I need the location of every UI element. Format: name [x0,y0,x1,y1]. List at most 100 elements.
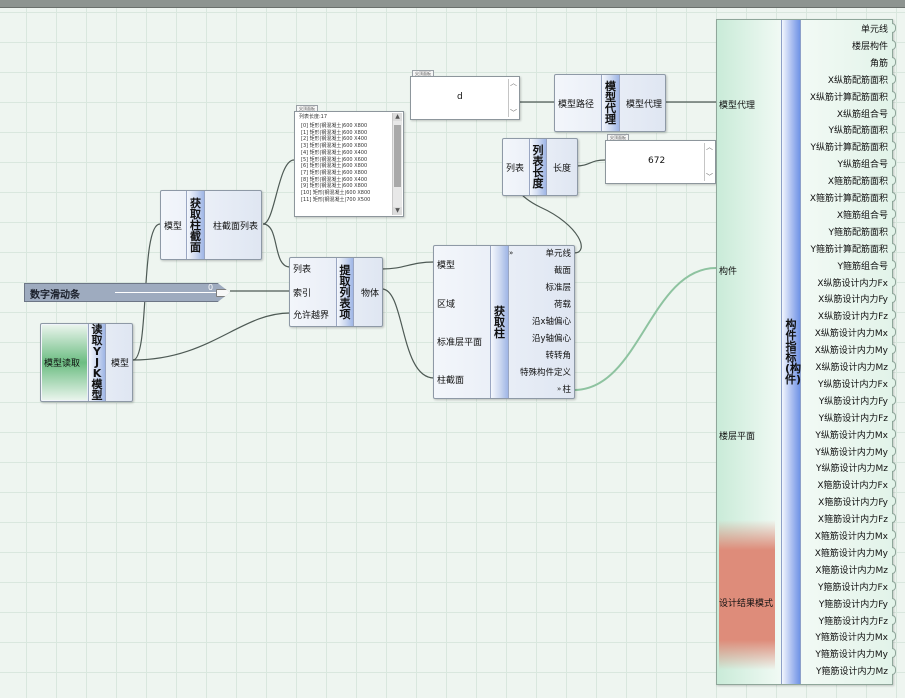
output-port-grip[interactable] [892,428,896,439]
indicator-output[interactable]: X纵筋设计内力Fy [818,292,888,305]
get-column-output[interactable]: 转转角 [507,350,571,367]
text-panel[interactable]: d ︿ ﹀ [410,76,520,120]
indicator-output[interactable]: Y纵筋设计内力My [815,445,888,458]
indicator-output[interactable]: X箍筋设计内力Fz [818,512,888,525]
expand-arrow-icon[interactable]: » [557,385,561,393]
indicator-output[interactable]: Y箍筋组合号 [838,259,889,272]
indicator-output[interactable]: Y纵筋设计内力Fx [818,377,888,390]
indicator-output[interactable]: X箍筋设计内力Fy [818,495,888,508]
scroll-down-icon[interactable]: ▼ [393,207,402,215]
output-port-grip[interactable] [892,445,896,456]
indicator-output[interactable]: Y箍筋设计内力My [815,647,888,660]
indicator-output[interactable]: Y箍筋设计内力Fy [819,597,888,610]
indicator-output[interactable]: X箍筋配筋面积 [828,174,888,187]
section-list-panel[interactable]: 列表长度:17 [0] 矩形|钢混凝土|600 X800 [1] 矩形|钢混凝土|… [294,111,404,217]
indicator-output[interactable]: X纵筋设计内力Mz [815,360,888,373]
indicator-output[interactable]: X纵筋计算配筋面积 [810,90,888,103]
indicator-output[interactable]: Y箍筋设计内力Mx [815,630,888,643]
indicator-output[interactable]: Y纵筋设计内力Fz [819,411,888,424]
get-column-output[interactable]: 柱 [507,384,571,401]
indicator-output[interactable]: X箍筋组合号 [837,208,888,221]
output-port-grip[interactable] [892,107,896,118]
wire-section-to-list [262,223,291,268]
indicator-output[interactable]: Y箍筋设计内力Fz [819,614,888,627]
get-column-input-section[interactable]: 柱截面 [437,373,464,386]
indicator-input-mode[interactable]: 设计结果模式 [719,596,773,609]
output-port-grip[interactable] [892,259,896,270]
model-proxy-output[interactable]: 模型代理 [626,97,662,110]
get-column-node[interactable]: 模型 区域 标准层平面 柱截面 获取柱 单元线 截面 标准层 荷载 沿x轴偏心 沿y轴偏心… [433,245,575,399]
indicator-output[interactable]: X纵筋设计内力Fz [818,309,888,322]
scroll-up-icon[interactable]: ▲ [393,113,402,121]
get-column-output[interactable]: 标准层 [507,282,571,299]
indicator-output[interactable]: X纵筋组合号 [837,107,888,120]
extract-input-index[interactable]: 索引 [293,286,311,299]
extract-item-node[interactable]: 列表 索引 允许越界 提取列表项 物体 [289,257,383,327]
expand-arrow-icon[interactable]: » [509,249,513,257]
indicator-output[interactable]: Y纵筋设计内力Mx [815,428,888,441]
output-port-grip[interactable] [892,614,896,625]
get-section-output[interactable]: 柱截面列表 [213,219,258,232]
extract-input-list[interactable]: 列表 [293,262,311,275]
output-port-grip[interactable] [892,276,896,287]
chevron-down-icon[interactable]: ﹀ [509,109,518,117]
text-panel-scroll[interactable]: ︿ ﹀ [508,79,518,117]
get-column-output[interactable]: 沿y轴偏心 [507,333,571,350]
indicator-output[interactable]: X箍筋设计内力My [815,546,888,559]
indicator-output[interactable]: X纵筋设计内力Fx [817,276,888,289]
indicator-output[interactable]: Y纵筋配筋面积 [829,123,889,136]
indicator-output[interactable]: Y纵筋设计内力Fy [819,394,888,407]
indicator-output[interactable]: X纵筋设计内力Mx [815,326,888,339]
indicator-output[interactable]: Y箍筋设计内力Fx [818,580,888,593]
indicator-input-floor[interactable]: 楼层平面 [719,429,755,442]
get-column-input-floor[interactable]: 标准层平面 [437,335,482,348]
indicator-output[interactable]: Y纵筋设计内力Mz [816,461,888,474]
get-column-output[interactable]: 荷载 [507,299,571,316]
indicator-output[interactable]: 角筋 [870,56,888,69]
read-yjk-model-node[interactable]: 模型读取 读取YJK模型 模型 [40,323,133,402]
model-proxy-input[interactable]: 模型路径 [558,97,594,110]
indicator-output[interactable]: X纵筋配筋面积 [828,73,888,86]
get-column-output[interactable]: 单元线 [507,248,571,265]
indicator-output[interactable]: X箍筋设计内力Fx [817,478,888,491]
get-section-node[interactable]: 模型 获取柱截面 柱截面列表 [160,190,262,260]
length-panel[interactable]: 672 ︿ ﹀ [605,140,716,184]
indicator-output[interactable]: Y纵筋计算配筋面积 [811,140,889,153]
get-section-input[interactable]: 模型 [164,219,182,232]
indicator-output[interactable]: X纵筋设计内力My [815,343,888,356]
member-indicator-node[interactable]: 模型代理 构件 楼层平面 设计结果模式 构件指标(构件) 单元线 楼层构件 角筋 X纵… [716,19,896,685]
list-panel-scrollbar[interactable]: ▲ ▼ [392,113,402,215]
get-column-input-region[interactable]: 区域 [437,297,455,310]
read-model-input[interactable]: 模型读取 [44,356,80,369]
get-column-output[interactable]: 截面 [507,265,571,282]
output-port-grip[interactable] [892,90,896,101]
chevron-up-icon[interactable]: ︿ [705,143,714,151]
indicator-output[interactable]: Y纵筋组合号 [838,157,889,170]
indicator-output[interactable]: 单元线 [861,22,888,35]
model-proxy-node[interactable]: 模型路径 模型代理 模型代理 [554,74,666,132]
indicator-output[interactable]: Y箍筋设计内力Mz [816,664,888,677]
indicator-output[interactable]: X箍筋设计内力Mx [815,529,888,542]
chevron-up-icon[interactable]: ︿ [509,79,518,87]
extract-output[interactable]: 物体 [361,286,379,299]
number-slider[interactable]: 数字滑动条 0 [24,283,230,302]
extract-input-allow[interactable]: 允许越界 [293,308,329,321]
indicator-output[interactable]: X箍筋计算配筋面积 [810,191,888,204]
indicator-input-member[interactable]: 构件 [719,264,737,277]
scroll-thumb[interactable] [394,125,401,187]
get-column-output[interactable]: 特殊构件定义 [507,367,571,384]
indicator-output[interactable]: Y箍筋配筋面积 [829,225,889,238]
indicator-input-proxy[interactable]: 模型代理 [719,98,755,111]
output-port-grip[interactable] [892,597,896,608]
chevron-down-icon[interactable]: ﹀ [705,173,714,181]
list-length-input[interactable]: 列表 [506,161,524,174]
indicator-output[interactable]: 楼层构件 [852,39,888,52]
get-column-input-model[interactable]: 模型 [437,258,455,271]
get-column-output[interactable]: 沿x轴偏心 [507,316,571,333]
length-panel-scroll[interactable]: ︿ ﹀ [704,143,714,181]
list-length-node[interactable]: 列表 列表长度 长度 [502,138,578,196]
indicator-output[interactable]: X箍筋设计内力Mz [815,563,888,576]
list-length-output[interactable]: 长度 [553,161,571,174]
indicator-output[interactable]: Y箍筋计算配筋面积 [811,242,889,255]
read-model-output[interactable]: 模型 [111,356,129,369]
